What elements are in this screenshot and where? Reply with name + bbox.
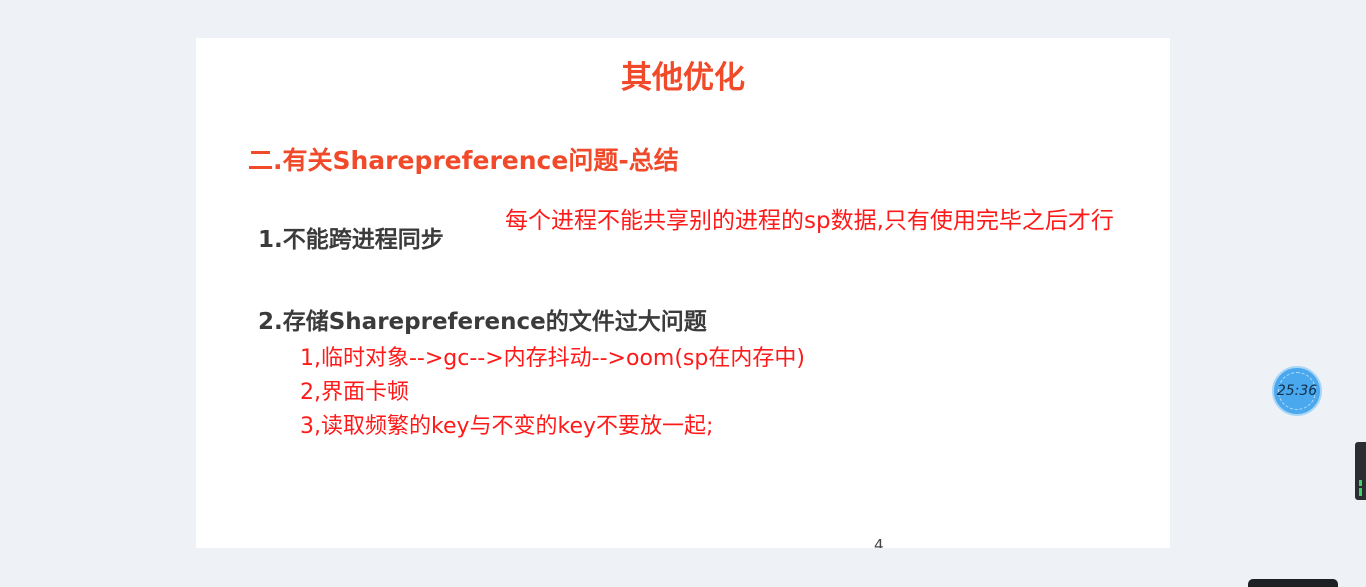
timer-value: 25:36 (1276, 383, 1318, 399)
slide-title: 其他优化 (621, 60, 745, 96)
annotation-notes-list: 1,临时对象-->gc-->内存抖动-->oom(sp在内存中) 2,界面卡顿 … (300, 342, 805, 444)
side-panel-handle[interactable] (1355, 442, 1366, 500)
annotation-note: 2,界面卡顿 (300, 380, 409, 405)
bottom-toolbar-tab[interactable] (1248, 579, 1338, 587)
signal-bar-icon (1359, 488, 1362, 496)
point-cross-process-sync: 1.不能跨进程同步 (258, 227, 444, 253)
signal-bar-icon (1359, 480, 1362, 486)
point-file-too-large: 2.存储Sharepreference的文件过大问题 (258, 309, 707, 335)
section-heading: 二.有关Sharepreference问题-总结 (248, 146, 679, 175)
annotation-process-sharing: 每个进程不能共享别的进程的sp数据,只有使用完毕之后才行 (505, 208, 1114, 234)
annotation-note: 3,读取频繁的key与不变的key不要放一起; (300, 414, 714, 439)
presentation-slide: 其他优化 二.有关Sharepreference问题-总结 1.不能跨进程同步 … (196, 38, 1170, 548)
timer-badge[interactable]: 25:36 (1272, 366, 1322, 416)
page-number: 4 (874, 536, 884, 548)
annotation-note: 1,临时对象-->gc-->内存抖动-->oom(sp在内存中) (300, 346, 805, 371)
